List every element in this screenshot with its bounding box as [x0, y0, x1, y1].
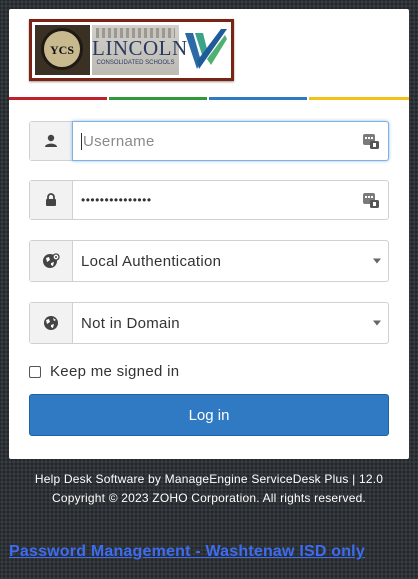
footer-product-line: Help Desk Software by ManageEngine Servi… [34, 472, 384, 486]
auth-method-select[interactable]: Local Authentication [29, 240, 389, 282]
password-field[interactable]: ••••••••••••••• [29, 180, 389, 220]
password-manager-key-icon[interactable] [362, 191, 380, 209]
keep-signed-in-checkbox[interactable] [29, 365, 41, 378]
domain-select[interactable]: Not in Domain [29, 302, 389, 344]
globe-gear-icon [43, 253, 60, 268]
text-cursor [81, 132, 82, 150]
password-addon [30, 181, 73, 219]
username-input[interactable]: Username [81, 122, 348, 160]
username-placeholder: Username [83, 132, 155, 150]
password-input[interactable]: ••••••••••••••• [81, 181, 348, 219]
footer-copyright: Copyright © 2023 ZOHO Corporation. All r… [52, 491, 366, 505]
accent-bar-red [9, 97, 107, 100]
lincoln-logo: LINCOLN CONSOLIDATED SCHOOLS [92, 25, 188, 75]
washtenaw-w-logo-icon [181, 25, 231, 75]
ycs-logo-text: YCS [49, 43, 74, 57]
district-logo-banner: YCS LINCOLN CONSOLIDATED SCHOOLS [29, 19, 234, 81]
domain-addon [30, 303, 73, 343]
ycs-logo: YCS [35, 25, 90, 75]
auth-method-addon [30, 241, 73, 281]
chevron-down-icon [373, 258, 381, 264]
username-addon [30, 122, 73, 160]
accent-bar-yellow [309, 97, 409, 100]
globe-icon [44, 316, 58, 330]
ycs-seal-icon: YCS [41, 28, 83, 70]
keep-signed-in-label[interactable]: Keep me signed in [50, 363, 179, 380]
lock-icon [46, 193, 56, 206]
keep-signed-in-row[interactable]: Keep me signed in [29, 363, 179, 380]
username-field[interactable]: Username [29, 121, 389, 161]
login-card: YCS LINCOLN CONSOLIDATED SCHOOLS Usernam… [9, 9, 409, 459]
auth-method-value: Local Authentication [81, 252, 222, 270]
password-management-link[interactable]: Password Management - Washtenaw ISD only [9, 543, 365, 561]
domain-value: Not in Domain [81, 314, 180, 332]
password-manager-key-icon[interactable] [362, 132, 380, 150]
login-button[interactable]: Log in [29, 394, 389, 436]
accent-bar-green [109, 97, 207, 100]
user-icon [45, 134, 57, 147]
accent-bar-blue [209, 97, 307, 100]
chevron-down-icon [373, 320, 381, 326]
lincoln-logo-subtitle: CONSOLIDATED SCHOOLS [96, 60, 175, 66]
lincoln-logo-name: LINCOLN [92, 36, 188, 60]
